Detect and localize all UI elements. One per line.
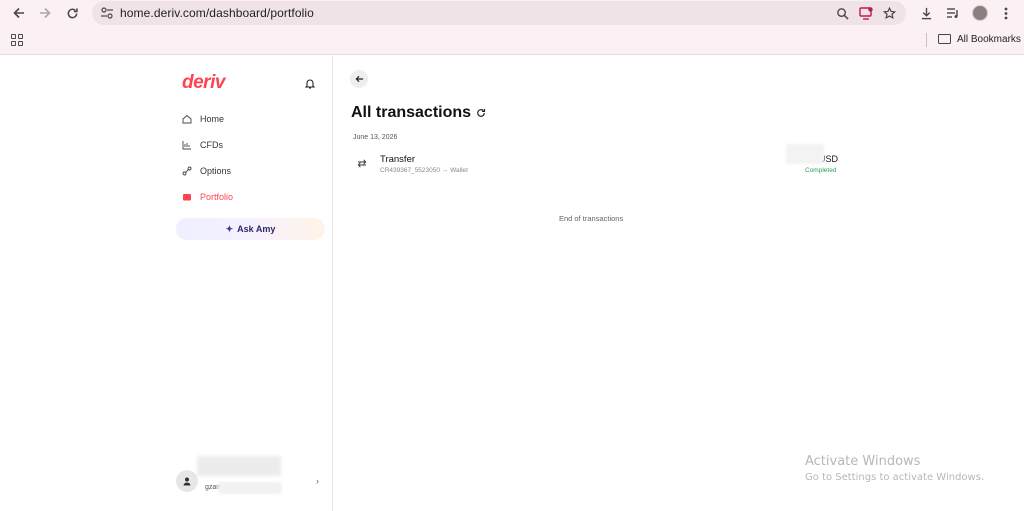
activate-windows-watermark: Activate Windows Go to Settings to activ… bbox=[805, 454, 984, 483]
chevron-right-icon[interactable]: › bbox=[316, 476, 319, 486]
sidebar-item-home[interactable]: Home bbox=[182, 111, 224, 127]
sidebar-item-label: CFDs bbox=[200, 140, 223, 150]
date-group-label: June 13, 2026 bbox=[353, 134, 398, 141]
all-bookmarks-link[interactable]: All Bookmarks bbox=[957, 34, 1021, 45]
sidebar-item-portfolio[interactable]: Portfolio bbox=[182, 189, 233, 205]
download-icon[interactable] bbox=[916, 4, 936, 22]
end-of-list-text: End of transactions bbox=[559, 214, 624, 223]
portfolio-icon bbox=[182, 192, 192, 202]
bell-icon[interactable] bbox=[304, 77, 316, 89]
email-redacted bbox=[218, 482, 282, 494]
sidebar-item-label: Portfolio bbox=[200, 192, 234, 202]
user-name-redacted bbox=[197, 456, 281, 476]
deriv-logo[interactable]: deriv bbox=[182, 72, 225, 94]
sparkle-icon: ✦ bbox=[225, 223, 234, 234]
reload-icon[interactable] bbox=[62, 4, 82, 22]
sidebar-item-label: Options bbox=[200, 166, 232, 176]
page-title: All transactions bbox=[351, 104, 472, 121]
bookmark-star-icon[interactable] bbox=[880, 4, 898, 22]
browser-toolbar: home.deriv.com/dashboard/portfolio bbox=[0, 0, 1024, 27]
url-text[interactable]: home.deriv.com/dashboard/portfolio bbox=[120, 6, 314, 20]
bookmarks-divider bbox=[926, 33, 927, 47]
transaction-subtitle: CR439367_5523050 → Wallet bbox=[380, 167, 468, 174]
zoom-icon[interactable] bbox=[833, 4, 851, 22]
amount-redacted bbox=[786, 144, 824, 164]
ask-amy-label: Ask Amy bbox=[237, 224, 276, 234]
options-icon bbox=[182, 166, 192, 176]
home-icon bbox=[182, 114, 192, 124]
watermark-subtitle: Go to Settings to activate Windows. bbox=[805, 472, 985, 483]
site-settings-icon[interactable] bbox=[100, 6, 114, 20]
install-app-icon[interactable] bbox=[857, 4, 875, 22]
transaction-title: Transfer bbox=[380, 154, 416, 165]
chart-icon bbox=[182, 140, 192, 150]
user-avatar[interactable] bbox=[176, 470, 198, 492]
apps-grid-icon[interactable] bbox=[11, 34, 23, 46]
watermark-title: Activate Windows bbox=[805, 454, 921, 469]
transfer-icon: ⇄ bbox=[357, 157, 367, 170]
sidebar-item-label: Home bbox=[200, 114, 225, 124]
bookmarks-bar bbox=[0, 27, 1024, 55]
sidebar-item-cfds[interactable]: CFDs bbox=[182, 137, 223, 153]
ask-amy-button[interactable]: ✦ Ask Amy bbox=[176, 218, 325, 240]
sidebar bbox=[0, 56, 333, 511]
forward-arrow-icon[interactable] bbox=[35, 4, 55, 22]
back-button[interactable] bbox=[350, 70, 368, 88]
folder-icon bbox=[938, 34, 951, 44]
profile-avatar-icon[interactable] bbox=[972, 5, 988, 21]
status-badge: Completed bbox=[805, 167, 837, 174]
address-bar[interactable]: home.deriv.com/dashboard/portfolio bbox=[92, 1, 906, 25]
media-queue-icon[interactable] bbox=[943, 4, 963, 22]
refresh-icon[interactable] bbox=[476, 108, 486, 118]
back-arrow-icon[interactable] bbox=[9, 4, 29, 22]
sidebar-item-options[interactable]: Options bbox=[182, 163, 231, 179]
more-menu-icon[interactable] bbox=[996, 4, 1016, 22]
